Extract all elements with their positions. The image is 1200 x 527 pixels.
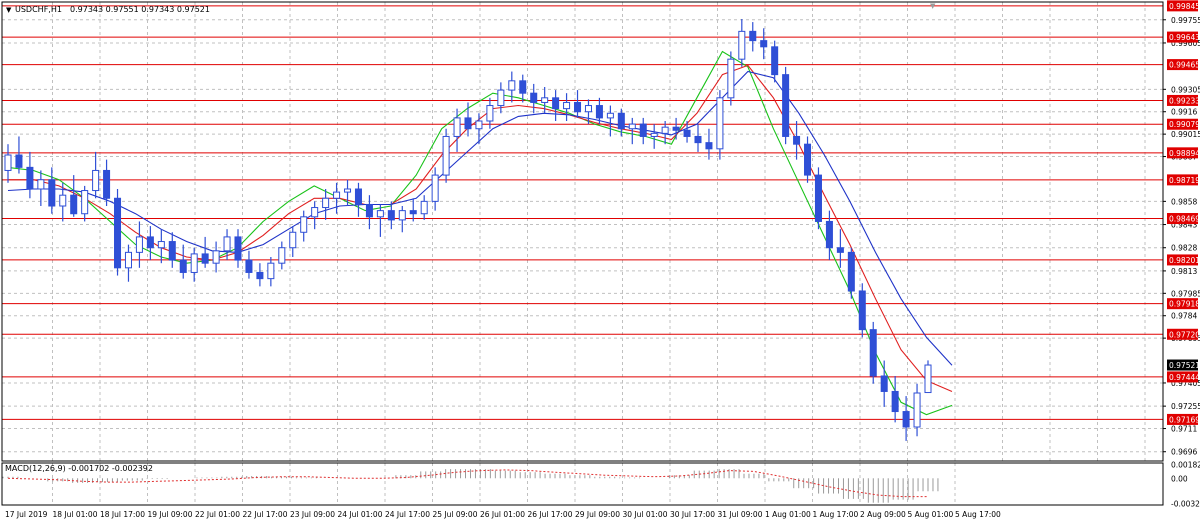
candle xyxy=(869,321,877,384)
y-tick-label: 0.9916 xyxy=(1171,108,1197,117)
chart-canvas[interactable]: 17 Jul 2019 18 Jul 01:00 18 Jul 17:00 19 Ju… xyxy=(0,0,1200,523)
x-tick-label: 1 Aug 17:00 xyxy=(813,510,859,519)
y-tick-label: 0.97255 xyxy=(1171,402,1200,411)
y-tick-label: 0.9696 xyxy=(1171,448,1197,457)
candle xyxy=(858,283,866,338)
x-tick-label: 2 Aug 09:00 xyxy=(860,510,906,519)
price-level-badge: 0.99079 xyxy=(1167,118,1200,130)
current-price-badge: 0.97521 xyxy=(1167,359,1200,371)
trading-chart[interactable]: 17 Jul 2019 18 Jul 01:00 18 Jul 17:00 19 Ju… xyxy=(0,0,1200,523)
ohlc-label: 0.97343 0.97551 0.97343 0.97521 xyxy=(70,5,210,14)
price-level-badge: 0.99465 xyxy=(1167,59,1200,71)
svg-text:0.98469: 0.98469 xyxy=(1169,215,1200,224)
candle xyxy=(727,51,735,106)
price-level-badge: 0.97918 xyxy=(1167,298,1200,310)
svg-text:0.97918: 0.97918 xyxy=(1169,300,1200,309)
candle xyxy=(924,360,932,394)
chart-header: ▼ USDCHF,H1 0.97343 0.97551 0.97343 0.97… xyxy=(6,5,210,14)
y-tick-label: 0.9858 xyxy=(1171,197,1197,206)
x-tick-label: 26 Jul 01:00 xyxy=(480,510,525,519)
candle xyxy=(442,128,450,183)
svg-text:0.99233: 0.99233 xyxy=(1169,96,1200,105)
price-level-badge: 0.97720 xyxy=(1167,328,1200,340)
shift-arrow-icon[interactable]: ▼ xyxy=(930,2,936,10)
candle xyxy=(716,90,724,160)
x-tick-label: 22 Jul 01:00 xyxy=(195,510,240,519)
svg-text:0.97720: 0.97720 xyxy=(1169,330,1200,339)
y-tick-label: 0.99755 xyxy=(1171,16,1200,25)
macd-y-tick-label: 0.001824 xyxy=(1171,460,1200,469)
y-tick-label: 0.97985 xyxy=(1171,289,1200,298)
y-tick-label: 0.9784 xyxy=(1171,312,1197,321)
price-level-badge: 0.99233 xyxy=(1167,94,1200,106)
x-tick-label: 1 Aug 01:00 xyxy=(765,510,811,519)
macd-y-tick-label: 0.00 xyxy=(1171,474,1188,483)
x-tick-label: 23 Jul 09:00 xyxy=(290,510,335,519)
x-tick-label: 25 Jul 09:00 xyxy=(433,510,478,519)
price-level-badge: 0.99643 xyxy=(1167,31,1200,43)
svg-text:0.99643: 0.99643 xyxy=(1169,33,1200,42)
svg-text:0.97169: 0.97169 xyxy=(1169,415,1200,424)
price-level-badge: 0.98719 xyxy=(1167,174,1200,186)
x-tick-label: 18 Jul 01:00 xyxy=(53,510,98,519)
x-tick-label: 19 Jul 09:00 xyxy=(148,510,193,519)
x-tick-label: 22 Jul 17:00 xyxy=(243,510,288,519)
y-tick-label: 0.9828 xyxy=(1171,244,1197,253)
x-tick-label: 30 Jul 17:00 xyxy=(670,510,715,519)
price-level-badge: 0.97444 xyxy=(1167,371,1200,383)
x-tick-label: 30 Jul 01:00 xyxy=(623,510,668,519)
y-tick-label: 0.9813 xyxy=(1171,267,1197,276)
price-level-badge: 0.98469 xyxy=(1167,213,1200,225)
x-tick-label: 29 Jul 09:00 xyxy=(575,510,620,519)
x-tick-label: 31 Jul 09:00 xyxy=(718,510,763,519)
x-tick-label: 17 Jul 2019 xyxy=(5,510,48,519)
price-level-badge: 0.98201 xyxy=(1167,254,1200,266)
x-tick-label: 24 Jul 01:00 xyxy=(338,510,383,519)
svg-text:0.98894: 0.98894 xyxy=(1169,149,1200,158)
x-tick-label: 5 Aug 17:00 xyxy=(955,510,1001,519)
svg-text:0.97521: 0.97521 xyxy=(1169,361,1200,370)
x-tick-label: 26 Jul 17:00 xyxy=(528,510,573,519)
y-tick-label: 0.9711 xyxy=(1171,425,1197,434)
x-tick-label: 18 Jul 17:00 xyxy=(100,510,145,519)
price-level-badge: 0.99845 xyxy=(1167,0,1200,12)
x-tick-label: 5 Aug 01:00 xyxy=(908,510,954,519)
symbol-label: USDCHF,H1 xyxy=(15,5,62,14)
macd-label: MACD(12,26,9) -0.001702 -0.002392 xyxy=(5,464,153,473)
price-level-badge: 0.98894 xyxy=(1167,147,1200,159)
svg-text:0.98719: 0.98719 xyxy=(1169,176,1200,185)
candle xyxy=(847,247,855,299)
candle xyxy=(782,66,790,145)
svg-text:0.97444: 0.97444 xyxy=(1169,373,1200,382)
svg-text:0.99845: 0.99845 xyxy=(1169,2,1200,11)
svg-text:0.99079: 0.99079 xyxy=(1169,120,1200,129)
macd-y-tick-label: -0.003298 xyxy=(1171,499,1200,508)
y-tick-label: 0.99015 xyxy=(1171,130,1200,139)
candle xyxy=(814,167,822,230)
svg-text:0.99465: 0.99465 xyxy=(1169,61,1200,70)
y-tick-label: 0.99305 xyxy=(1171,85,1200,94)
price-level-badge: 0.97169 xyxy=(1167,413,1200,425)
svg-text:0.98201: 0.98201 xyxy=(1169,256,1200,265)
candle xyxy=(114,189,122,276)
x-tick-label: 24 Jul 17:00 xyxy=(385,510,430,519)
dropdown-triangle-icon[interactable]: ▼ xyxy=(6,6,12,14)
